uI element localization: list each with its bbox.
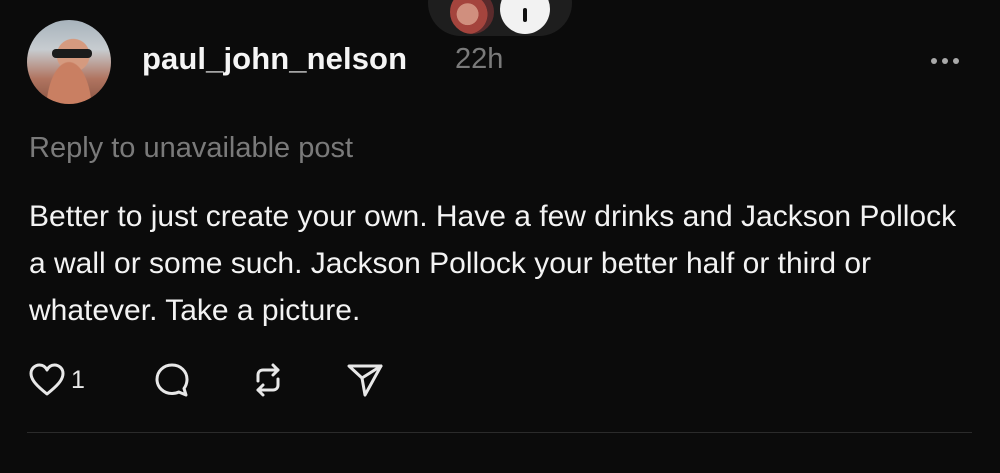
post-timestamp: 22h [455, 43, 504, 75]
repost-arrows-icon [256, 363, 280, 397]
more-horizontal-icon [931, 58, 937, 64]
reply-context-label[interactable]: Reply to unavailable post [29, 132, 353, 165]
avatar-glasses-detail [52, 49, 92, 58]
send-plane-icon [347, 364, 383, 397]
share-button[interactable] [345, 361, 405, 399]
more-options-button[interactable] [924, 48, 966, 74]
like-count: 1 [71, 365, 85, 394]
comment-bubble-icon [155, 363, 189, 397]
comment-button[interactable] [153, 361, 249, 399]
repost-button[interactable] [249, 361, 345, 399]
heart-outline-icon [29, 363, 65, 396]
post-body-text: Better to just create your own. Have a f… [29, 200, 957, 327]
author-username[interactable]: paul_john_nelson [142, 41, 407, 77]
post-divider [27, 432, 972, 433]
top-floating-bar [428, 0, 572, 36]
more-horizontal-icon-dot [942, 58, 948, 64]
plus-icon[interactable] [500, 0, 550, 34]
more-horizontal-icon-dot [953, 58, 959, 64]
author-avatar[interactable] [27, 20, 111, 104]
top-avatar[interactable] [448, 0, 496, 36]
like-button[interactable]: 1 [29, 363, 153, 397]
post-actions-bar: 1 [29, 358, 405, 402]
